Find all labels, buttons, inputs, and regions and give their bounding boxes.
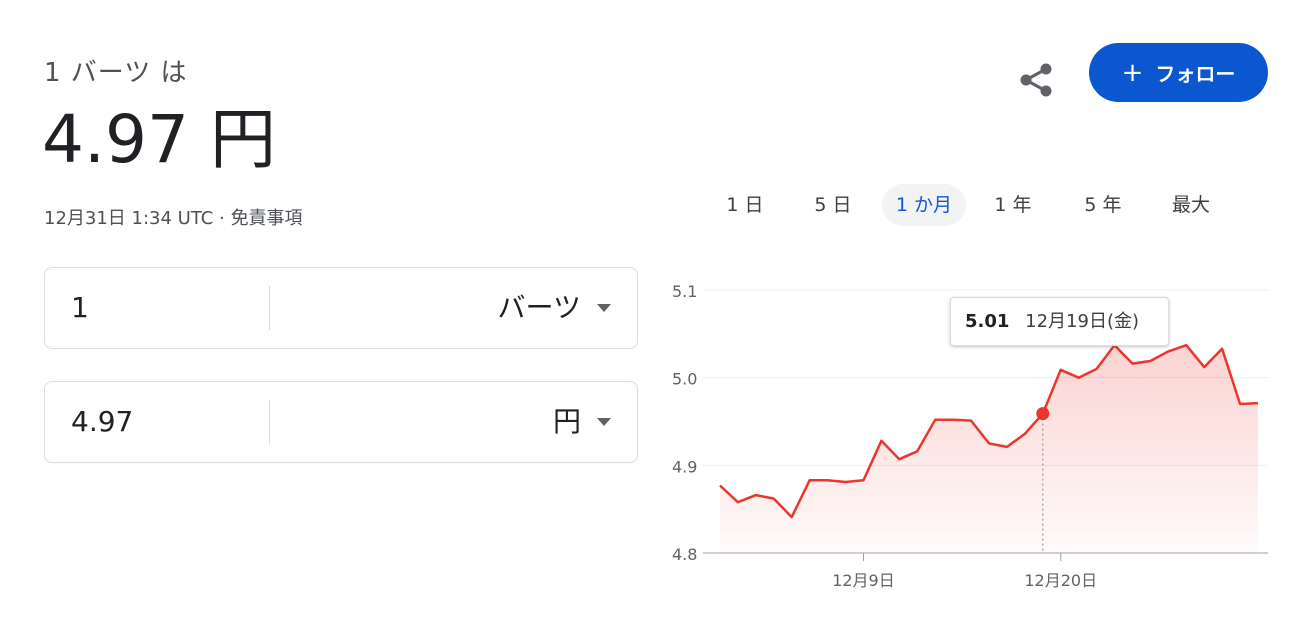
to-amount-input[interactable]: 4.97 xyxy=(71,382,133,462)
chevron-down-icon[interactable] xyxy=(597,418,611,426)
y-tick-label: 4.8 xyxy=(672,545,697,564)
disclaimer-link[interactable]: 免責事項 xyxy=(231,208,303,229)
from-amount-input[interactable]: 1 xyxy=(71,268,89,348)
timestamp: 12月31日 1:34 UTC xyxy=(44,208,214,229)
conversion-headline: 1 バーツ は xyxy=(44,58,188,88)
highlight-point xyxy=(1036,407,1050,421)
to-converter: 4.97 円 xyxy=(44,381,638,463)
share-icon[interactable] xyxy=(1014,58,1058,102)
chart-tooltip: 5.01 12月19日(金) xyxy=(950,297,1169,346)
x-tick-label: 12月20日 xyxy=(1024,571,1097,590)
tab-1-day[interactable]: 1 日 xyxy=(712,184,778,226)
from-currency-select[interactable]: バーツ xyxy=(498,268,581,348)
converter-divider xyxy=(269,286,270,330)
meta-separator: · xyxy=(219,208,225,229)
plus-icon: + xyxy=(1121,57,1144,88)
chevron-down-icon[interactable] xyxy=(597,304,611,312)
y-tick-label: 5.1 xyxy=(672,282,697,301)
converter-divider xyxy=(269,400,270,444)
from-converter: 1 バーツ xyxy=(44,267,638,349)
exchange-rate: 4.97 円 xyxy=(42,96,276,184)
tooltip-value: 5.01 xyxy=(965,311,1010,332)
y-tick-label: 4.9 xyxy=(672,457,697,476)
follow-button[interactable]: + フォロー xyxy=(1089,43,1268,102)
rate-value: 4.97 xyxy=(42,101,189,178)
tab-1-month[interactable]: 1 か月 xyxy=(882,184,966,226)
tab-5-years[interactable]: 5 年 xyxy=(1070,184,1136,226)
to-currency-select[interactable]: 円 xyxy=(553,382,581,462)
area-fill xyxy=(720,345,1258,553)
x-tick-label: 12月9日 xyxy=(832,571,895,590)
rate-unit: 円 xyxy=(209,101,276,178)
rate-meta: 12月31日 1:34 UTC · 免責事項 xyxy=(44,204,303,230)
tab-max[interactable]: 最大 xyxy=(1158,184,1224,226)
tooltip-date: 12月19日(金) xyxy=(1025,311,1140,332)
tab-1-year[interactable]: 1 年 xyxy=(980,184,1046,226)
follow-label: フォロー xyxy=(1155,62,1236,86)
y-tick-label: 5.0 xyxy=(672,370,697,389)
tab-5-days[interactable]: 5 日 xyxy=(800,184,866,226)
